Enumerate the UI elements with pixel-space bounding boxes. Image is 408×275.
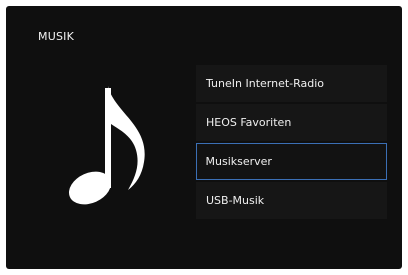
menu-item-label: Musikserver — [205, 155, 272, 168]
menu-item-usb-music[interactable]: USB-Musik — [196, 182, 387, 219]
menu-item-heos-favorites[interactable]: HEOS Favoriten — [196, 104, 387, 141]
menu-item-label: HEOS Favoriten — [206, 116, 292, 129]
music-screen: MUSIK TuneIn Internet-Radio HEOS Favorit… — [6, 6, 402, 269]
menu-item-tunein-radio[interactable]: TuneIn Internet-Radio — [196, 65, 387, 102]
screen-title: MUSIK — [38, 30, 74, 43]
source-menu: TuneIn Internet-Radio HEOS Favoriten Mus… — [196, 65, 387, 221]
menu-item-music-server[interactable]: Musikserver — [196, 143, 387, 180]
menu-item-label: TuneIn Internet-Radio — [206, 77, 325, 90]
menu-item-label: USB-Musik — [206, 194, 265, 207]
music-note-icon — [68, 86, 145, 205]
